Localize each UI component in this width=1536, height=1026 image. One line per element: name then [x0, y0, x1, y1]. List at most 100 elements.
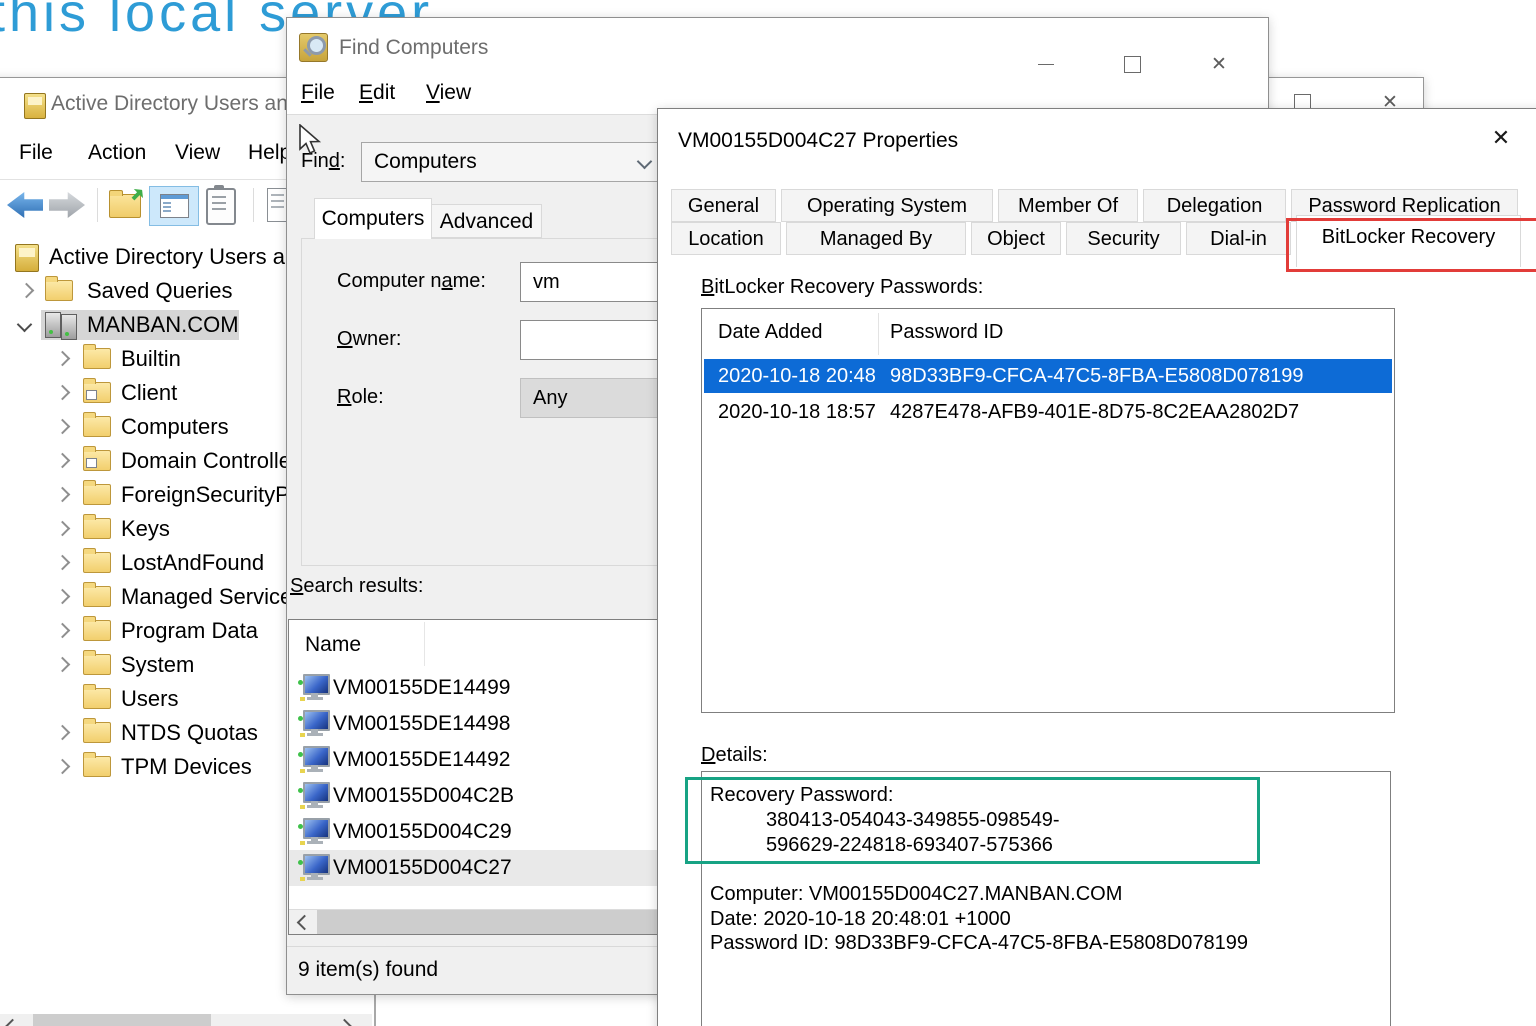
computer-icon	[297, 818, 329, 845]
show-console-tree-icon[interactable]	[149, 186, 199, 226]
close-icon[interactable]: ✕	[1486, 125, 1516, 151]
folder-icon	[83, 416, 111, 437]
details-date: Date: 2020-10-18 20:48:01 +1000	[710, 908, 1011, 931]
bitlocker-passwords-label: BitLocker Recovery Passwords:	[701, 276, 983, 299]
scroll-left-icon[interactable]	[5, 1019, 21, 1026]
folder-icon	[83, 756, 111, 777]
tab-security[interactable]: Security	[1066, 222, 1181, 255]
find-computers-icon	[299, 33, 328, 62]
chevron-right-icon[interactable]	[55, 589, 71, 605]
chevron-right-icon[interactable]	[55, 487, 71, 503]
chevron-right-icon[interactable]	[55, 555, 71, 571]
chevron-right-icon[interactable]	[55, 725, 71, 741]
chevron-down-icon[interactable]	[17, 317, 33, 333]
tab-operating-system[interactable]: Operating System	[781, 189, 993, 222]
chevron-right-icon[interactable]	[55, 419, 71, 435]
domain-icon	[45, 312, 79, 338]
maximize-button[interactable]	[1117, 51, 1147, 77]
annotation-green-box	[685, 777, 1260, 864]
menu-view[interactable]: View	[175, 141, 220, 165]
folder-icon	[83, 586, 111, 607]
ou-folder-icon	[83, 450, 111, 471]
folder-icon	[83, 348, 111, 369]
tab-general[interactable]: General	[671, 189, 776, 222]
menu-help[interactable]: Help	[248, 141, 291, 165]
tab-object[interactable]: Object	[971, 222, 1061, 255]
chevron-right-icon[interactable]	[55, 623, 71, 639]
directory-book-icon	[15, 244, 39, 272]
chevron-right-icon[interactable]	[55, 351, 71, 367]
recovery-passwords-table: Date Added Password ID 2020-10-18 20:48 …	[701, 308, 1395, 713]
computer-icon	[297, 782, 329, 809]
menu-file[interactable]: File	[19, 141, 53, 165]
minimize-button[interactable]	[1031, 51, 1061, 77]
chevron-right-icon[interactable]	[55, 385, 71, 401]
details-password-id: Password ID: 98D33BF9-CFCA-47C5-8FBA-E58…	[710, 932, 1248, 955]
chevron-right-icon[interactable]	[55, 453, 71, 469]
tab-delegation[interactable]: Delegation	[1143, 189, 1286, 222]
folder-icon	[45, 280, 73, 301]
chevron-right-icon[interactable]	[55, 521, 71, 537]
menu-view[interactable]: View	[426, 81, 471, 105]
table-row[interactable]: 2020-10-18 18:57 4287E478-AFB9-401E-8D75…	[704, 395, 1392, 429]
tab-member-of[interactable]: Member Of	[998, 189, 1138, 222]
aduc-app-icon	[24, 93, 46, 119]
find-type-select[interactable]: Computers	[361, 142, 663, 182]
tab-managed-by[interactable]: Managed By	[786, 222, 966, 255]
chevron-down-icon	[637, 154, 653, 170]
scroll-right-icon[interactable]	[337, 1019, 353, 1026]
find-window-title: Find Computers	[339, 36, 488, 60]
folder-icon	[83, 552, 111, 573]
back-icon[interactable]	[7, 192, 43, 218]
find-titlebar: Find Computers ✕	[287, 18, 1268, 76]
clipboard-icon[interactable]	[206, 188, 236, 225]
column-divider[interactable]	[878, 313, 879, 355]
forward-icon[interactable]	[49, 192, 85, 218]
folder-icon	[83, 688, 111, 709]
name-column-header[interactable]: Name	[305, 633, 361, 657]
computer-icon	[297, 674, 329, 701]
folder-icon	[83, 620, 111, 641]
scrollbar-thumb[interactable]	[33, 1014, 211, 1026]
date-added-column-header[interactable]: Date Added	[718, 321, 823, 344]
chevron-right-icon[interactable]	[55, 759, 71, 775]
password-id-column-header[interactable]: Password ID	[890, 321, 1003, 344]
computer-icon	[297, 746, 329, 773]
details-computer: Computer: VM00155D004C27.MANBAN.COM	[710, 883, 1122, 906]
desktop: this local server Active Directory Users…	[0, 0, 1536, 1026]
mouse-cursor	[298, 124, 324, 156]
properties-window-title: VM00155D004C27 Properties	[678, 129, 958, 153]
tab-location[interactable]: Location	[671, 222, 781, 255]
table-row-selected[interactable]: 2020-10-18 20:48 98D33BF9-CFCA-47C5-8FBA…	[704, 359, 1392, 393]
search-results-label: Search results:	[290, 575, 423, 598]
properties-window: VM00155D004C27 Properties ✕ General Oper…	[657, 108, 1536, 1026]
scroll-left-icon[interactable]	[297, 915, 313, 931]
tab-dial-in[interactable]: Dial-in	[1186, 222, 1291, 255]
chevron-right-icon[interactable]	[19, 283, 35, 299]
menu-file[interactable]: File	[301, 81, 335, 105]
toolbar-separator	[97, 188, 98, 222]
folder-icon	[83, 654, 111, 675]
toolbar-separator	[253, 188, 254, 222]
horizontal-scrollbar[interactable]	[0, 1014, 372, 1026]
column-divider[interactable]	[424, 622, 425, 666]
tab-computers[interactable]: Computers	[314, 198, 432, 239]
details-label: Details:	[701, 744, 768, 767]
role-label: Role:	[337, 386, 384, 409]
computer-name-label: Computer name:	[337, 270, 486, 293]
folder-icon	[83, 722, 111, 743]
chevron-right-icon[interactable]	[55, 657, 71, 673]
computer-icon	[297, 710, 329, 737]
menu-action[interactable]: Action	[88, 141, 146, 165]
computer-icon	[297, 854, 329, 881]
status-text: 9 item(s) found	[298, 958, 438, 982]
folder-icon	[83, 484, 111, 505]
close-icon[interactable]: ✕	[1204, 51, 1234, 77]
folder-icon	[83, 518, 111, 539]
ou-folder-icon	[83, 382, 111, 403]
annotation-red-box	[1286, 218, 1536, 272]
up-one-level-icon[interactable]	[109, 194, 141, 218]
owner-label: Owner:	[337, 328, 401, 351]
menu-edit[interactable]: Edit	[359, 81, 395, 105]
tab-advanced[interactable]: Advanced	[432, 204, 542, 238]
